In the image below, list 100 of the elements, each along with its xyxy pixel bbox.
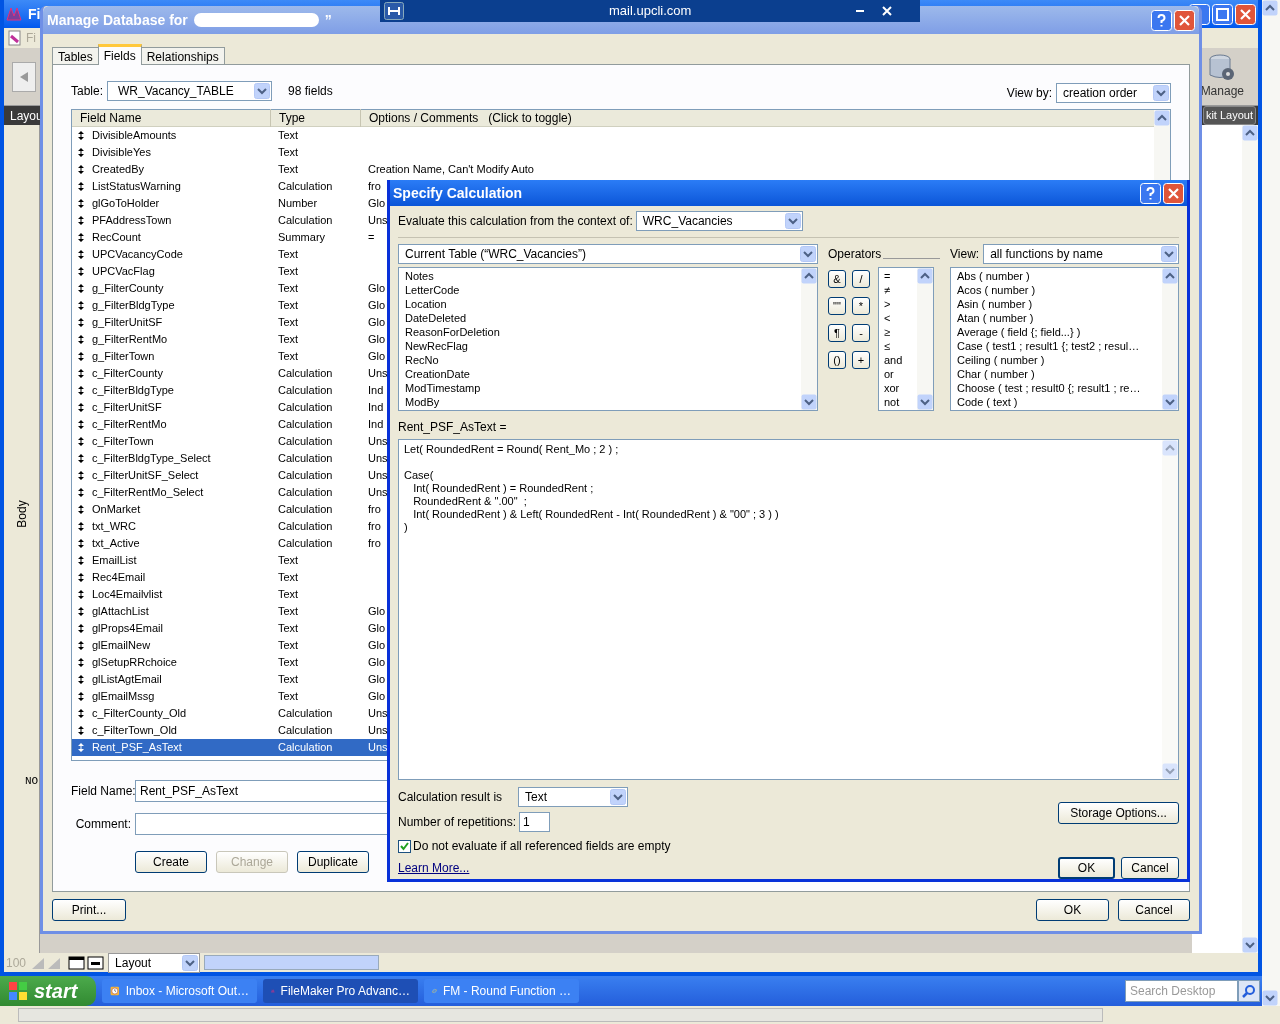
table-cell-text: g_FilterRentMo [92,332,169,348]
table-cell-text: Uns [368,706,388,722]
table-cell-text: Calculation [278,740,334,756]
table-cell-text: Calculation [278,451,334,467]
table-cell-text: Text [278,281,300,297]
table-cell-text: c_FilterCounty_Old [92,706,188,722]
table-cell-text: c_FilterCounty [92,366,164,382]
table-cell-text: Uns [368,740,388,756]
table-cell-text: Calculation [278,417,334,433]
table-cell-text: glSetupRRchoice [92,655,178,671]
table-cell-text: Calculation [278,468,334,484]
table-cell-text: Ind [368,417,384,433]
table-cell-text: Summary [278,230,327,246]
browser-title: mail.upcli.com [609,2,692,21]
table-cell-text: Glo [368,655,386,671]
table-cell-text: Glo [368,604,386,620]
table-cell-text: glEmailNew [92,638,152,654]
formula-text: Let( RoundedRent = Round( Rent_Mo ; 2 ) ; Case( Int( RoundedRent ) = RoundedRent ; RoundedRent & ".00" ; Int( RoundedRent ) & Left( RoundedRent - Int( RoundedRent ) & "00" ; 3 ) ) ) [404,443,780,534]
table-cell-text: c_FilterBldgType_Select [92,451,212,467]
table-cell-text: g_FilterCounty [92,281,165,297]
table-cell-text: Ind [368,383,384,399]
table-cell-text: Uns [368,451,388,467]
table-cell-text: c_FilterUnitSF_Select [92,468,200,484]
table-cell-text: Calculation [278,213,334,229]
table-cell-text: Text [278,553,300,569]
table-cell-text: Glo [368,672,386,688]
table-cell-text: Glo [368,315,386,331]
field-label: View by: [1006,85,1052,102]
table-cell-text: Text [278,247,300,263]
table-cell-text: fro [368,502,381,518]
field-label: Evaluate this calculation from the context of: [398,213,633,230]
table-cell-text: Text [278,689,300,705]
table-cell-text: EmailList [92,553,138,569]
formula-label: Rent_PSF_AsText = [398,419,508,436]
table-cell-text: txt_Active [92,536,141,552]
table-cell-text: Text [278,264,300,280]
table-cell-text: UPCVacFlag [92,264,156,280]
table-cell-text: glGoToHolder [92,196,161,212]
table-cell-text: Calculation [278,179,334,195]
field-label: Comment: [74,816,131,833]
table-cell-text: Uns [368,434,388,450]
table-cell-text: Uns [368,468,388,484]
table-cell-text: PFAddressTown [92,213,173,229]
table-cell-text: glProps4Email [92,621,164,637]
table-cell-text: Calculation [278,519,334,535]
field-label: Table: [71,83,104,100]
table-cell-text: Glo [368,196,386,212]
table-cell-text: OnMarket [92,502,142,518]
table-cell-text: RecCount [92,230,142,246]
table-cell-text: Calculation [278,502,334,518]
table-cell-text: Glo [368,281,386,297]
table-cell-text: Calculation [278,434,334,450]
table-cell-text: Text [278,145,300,161]
table-cell-text: Ind [368,400,384,416]
table-cell-text: c_FilterTown [92,434,155,450]
table-cell-text: Glo [368,349,386,365]
table-cell-text: Text [278,621,300,637]
table-cell-text: Text [278,315,300,331]
table-cell-text: glListAgtEmail [92,672,163,688]
table-cell-text: glEmailMssg [92,689,156,705]
table-cell-text: Glo [368,332,386,348]
table-cell-text: Number [278,196,319,212]
table-cell-text: Glo [368,621,386,637]
table-cell-text: c_FilterUnitSF [92,400,163,416]
table-cell-text: Text [278,655,300,671]
table-cell-text: g_FilterTown [92,349,156,365]
table-cell-text: Calculation [278,366,334,382]
table-cell-text: CreatedBy [92,162,145,178]
table-cell-text: g_FilterUnitSF [92,315,164,331]
table-cell-text: Uns [368,485,388,501]
table-cell-text: Calculation [278,723,334,739]
window-title: Fi [28,4,41,24]
table-cell-text: = [368,230,375,246]
table-cell-text: Text [278,672,300,688]
table-cell-text: Calculation [278,706,334,722]
table-cell-text: Calculation [278,485,334,501]
table-cell-text: Text [278,604,300,620]
table-cell-text: fro [368,179,381,195]
table-cell-text: Calculation [278,400,334,416]
table-cell-text: Glo [368,689,386,705]
checkbox-label: Do not evaluate if all referenced fields are empty [413,838,671,855]
table-cell-text: Loc4Emailvlist [92,587,164,603]
table-cell-text: glAttachList [92,604,150,620]
table-cell-text: c_FilterRentMo_Select [92,485,205,501]
field-label: Number of repetitions: [398,814,517,831]
table-cell-text: Text [278,128,300,144]
table-cell-text: Text [278,298,300,314]
table-cell-text: Glo [368,638,386,654]
table-cell-text: Text [278,638,300,654]
table-cell-text: Rent_PSF_AsText [92,740,183,756]
table-cell-text: Text [278,332,300,348]
table-cell-text: DivisibleAmounts [92,128,178,144]
menu-label: Fi [26,30,36,47]
dialog-title: Manage Database for [47,10,188,30]
table-cell-text: Text [278,587,300,603]
table-cell-text: Calculation [278,383,334,399]
table-cell-text: Glo [368,298,386,314]
table-cell-text: Calculation [278,536,334,552]
table-cell-text: Uns [368,366,388,382]
layout-part-label: Body [13,500,30,528]
